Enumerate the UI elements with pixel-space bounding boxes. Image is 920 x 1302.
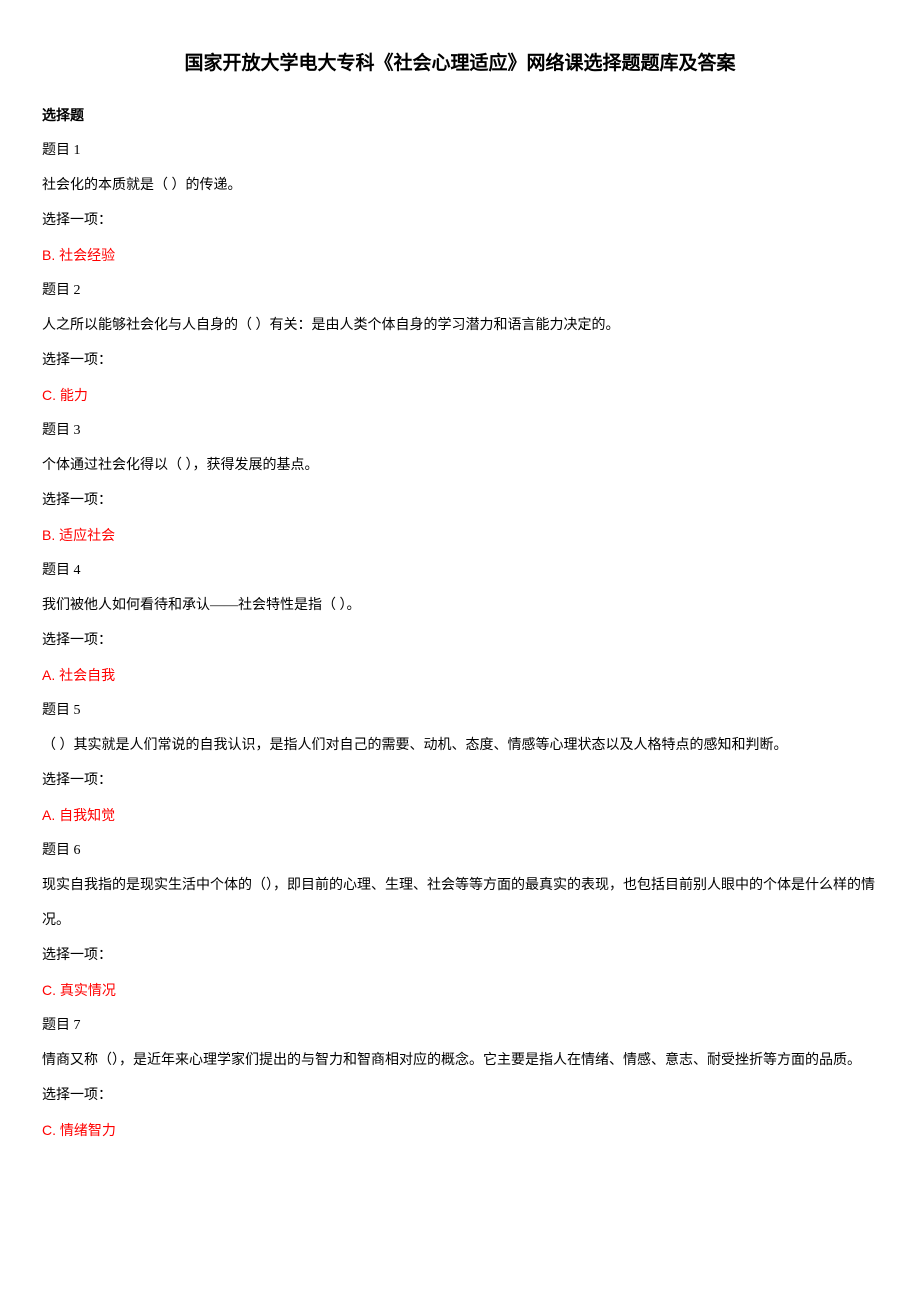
- section-header: 选择题: [42, 98, 878, 133]
- question-prompt: 选择一项：: [42, 483, 878, 518]
- question-answer: A. 自我知觉: [42, 798, 878, 833]
- question-answer: C. 真实情况: [42, 973, 878, 1008]
- question-prompt: 选择一项：: [42, 763, 878, 798]
- question-text: 情商又称（），是近年来心理学家们提出的与智力和智商相对应的概念。它主要是指人在情…: [42, 1043, 878, 1078]
- question-number: 题目 6: [42, 833, 878, 868]
- question-number: 题目 1: [42, 133, 878, 168]
- question-text: 我们被他人如何看待和承认——社会特性是指（ ）。: [42, 588, 878, 623]
- page-title: 国家开放大学电大专科《社会心理适应》网络课选择题题库及答案: [42, 40, 878, 88]
- question-number: 题目 2: [42, 273, 878, 308]
- question-prompt: 选择一项：: [42, 938, 878, 973]
- question-answer: B. 社会经验: [42, 238, 878, 273]
- question-answer: B. 适应社会: [42, 518, 878, 553]
- question-text: （ ）其实就是人们常说的自我认识，是指人们对自己的需要、动机、态度、情感等心理状…: [42, 728, 878, 763]
- question-number: 题目 5: [42, 693, 878, 728]
- question-prompt: 选择一项：: [42, 203, 878, 238]
- question-answer: A. 社会自我: [42, 658, 878, 693]
- question-answer: C. 情绪智力: [42, 1113, 878, 1148]
- question-number: 题目 4: [42, 553, 878, 588]
- question-text: 现实自我指的是现实生活中个体的（），即目前的心理、生理、社会等等方面的最真实的表…: [42, 868, 878, 938]
- question-number: 题目 3: [42, 413, 878, 448]
- question-text: 个体通过社会化得以（ ），获得发展的基点。: [42, 448, 878, 483]
- question-text: 人之所以能够社会化与人自身的（ ）有关：是由人类个体自身的学习潜力和语言能力决定…: [42, 308, 878, 343]
- question-prompt: 选择一项：: [42, 343, 878, 378]
- question-prompt: 选择一项：: [42, 1078, 878, 1113]
- question-answer: C. 能力: [42, 378, 878, 413]
- question-number: 题目 7: [42, 1008, 878, 1043]
- question-text: 社会化的本质就是（ ）的传递。: [42, 168, 878, 203]
- question-prompt: 选择一项：: [42, 623, 878, 658]
